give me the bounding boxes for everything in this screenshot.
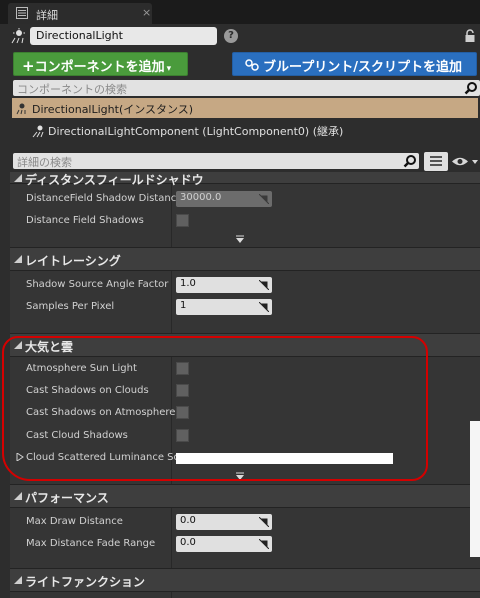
property-label: Max Draw Distance xyxy=(26,516,123,527)
property-label: Distance Field Shadows xyxy=(26,215,144,226)
add-component-label: コンポーネントを追加 xyxy=(34,60,165,75)
property-label: Samples Per Pixel xyxy=(26,301,115,312)
property-label: DistanceField Shadow Distance xyxy=(26,193,183,204)
actor-name-row: DirectionalLight ? xyxy=(0,24,480,48)
drag-handle-icon xyxy=(259,539,269,549)
actor-name-field[interactable]: DirectionalLight xyxy=(30,27,217,45)
drag-handle-icon xyxy=(259,280,269,290)
details-search-placeholder: 詳細の検索 xyxy=(17,156,72,169)
category-title: ライトファンクション xyxy=(25,575,146,589)
category-title: ディスタンスフィールドシャドウ xyxy=(25,173,204,187)
search-icon[interactable] xyxy=(403,154,417,168)
property-value: 0.0 xyxy=(180,537,196,548)
category-light-function[interactable]: ライトファンクション xyxy=(10,568,480,592)
lock-icon[interactable] xyxy=(464,29,476,43)
property-value: 1 xyxy=(180,300,187,311)
distance-field-shadows-checkbox[interactable] xyxy=(176,214,189,227)
grid-view-icon xyxy=(430,156,442,166)
max-draw-distance-input[interactable]: 0.0 xyxy=(176,514,272,530)
add-blueprint-button[interactable]: ブループリント/スクリプトを追加 xyxy=(232,52,477,76)
visibility-filter-button[interactable] xyxy=(450,152,480,171)
directional-light-icon xyxy=(16,103,26,115)
component-search-input[interactable]: コンポーネントの検索 xyxy=(13,80,480,96)
show-advanced-arrow-icon[interactable] xyxy=(234,235,246,245)
property-value: 0.0 xyxy=(180,515,196,526)
search-icon[interactable] xyxy=(464,81,478,95)
collapse-arrow-icon xyxy=(14,492,22,500)
category-ray-tracing[interactable]: レイトレーシング xyxy=(10,247,480,271)
category-title: パフォーマンス xyxy=(25,491,109,505)
eye-icon xyxy=(452,157,478,166)
plus-icon: + xyxy=(22,57,35,75)
chevron-down-icon: ▾ xyxy=(166,64,172,74)
add-blueprint-label: ブループリント/スクリプトを追加 xyxy=(263,60,462,75)
category-title: レイトレーシング xyxy=(25,254,121,268)
tab-bar: 詳細 × xyxy=(0,0,480,24)
details-tab-icon xyxy=(16,7,28,19)
collapse-arrow-icon xyxy=(14,174,22,182)
component-tree-child[interactable]: DirectionalLightComponent (LightComponen… xyxy=(32,123,343,143)
highlight-annotation xyxy=(2,336,428,481)
tab-details[interactable]: 詳細 × xyxy=(8,3,152,24)
shadow-source-angle-factor-input[interactable]: 1.0 xyxy=(176,277,272,293)
overlapping-window-edge xyxy=(470,421,480,557)
max-distance-fade-range-input[interactable]: 0.0 xyxy=(176,536,272,552)
drag-handle-icon xyxy=(259,194,269,204)
blueprint-icon xyxy=(245,59,259,71)
samples-per-pixel-input[interactable]: 1 xyxy=(176,299,272,315)
directional-light-icon xyxy=(11,28,25,44)
light-component-icon xyxy=(32,125,44,138)
property-value: 1.0 xyxy=(180,278,196,289)
details-search-input[interactable]: 詳細の検索 xyxy=(13,153,419,169)
view-options-button[interactable] xyxy=(424,152,448,171)
tab-label: 詳細 xyxy=(36,9,58,22)
drag-handle-icon xyxy=(259,517,269,527)
close-icon[interactable]: × xyxy=(142,6,151,19)
component-tree-root-label: DirectionalLight(インスタンス) xyxy=(32,103,194,116)
category-distance-field-shadows[interactable]: ディスタンスフィールドシャドウ xyxy=(10,172,480,187)
component-tree-child-label: DirectionalLightComponent (LightComponen… xyxy=(48,125,344,138)
property-label: Shadow Source Angle Factor xyxy=(26,279,169,290)
collapse-arrow-icon xyxy=(14,255,22,263)
distance-field-shadow-distance-input[interactable]: 30000.0 xyxy=(176,191,272,207)
category-performance[interactable]: パフォーマンス xyxy=(10,484,480,508)
help-icon[interactable]: ? xyxy=(224,29,238,43)
add-component-button[interactable]: +コンポーネントを追加 ▾ xyxy=(13,52,188,76)
collapse-arrow-icon xyxy=(14,576,22,584)
component-tree-root[interactable]: DirectionalLight(インスタンス) xyxy=(12,98,478,118)
drag-handle-icon xyxy=(259,302,269,312)
component-search-placeholder: コンポーネントの検索 xyxy=(17,83,127,96)
property-value: 30000.0 xyxy=(180,192,222,203)
property-label: Max Distance Fade Range xyxy=(26,538,156,549)
